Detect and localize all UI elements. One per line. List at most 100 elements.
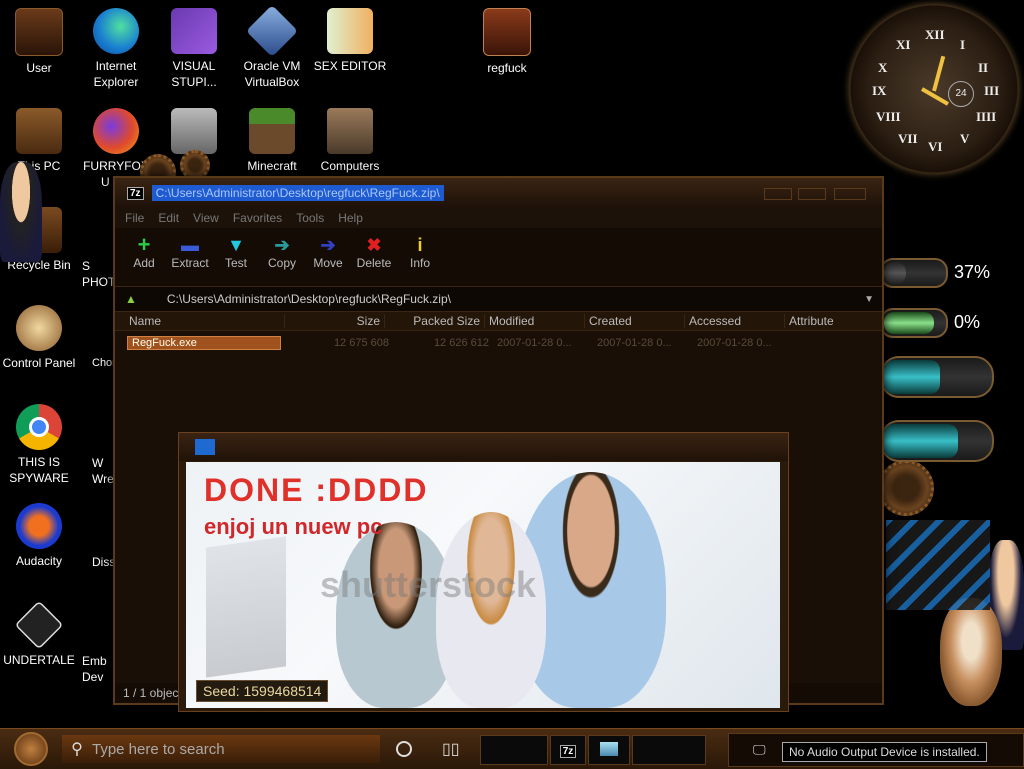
column-packed-size[interactable]: Packed Size xyxy=(385,314,485,328)
cortana-icon[interactable] xyxy=(396,741,412,757)
desktop-icon-sex-editor[interactable]: SEX EDITOR xyxy=(312,8,388,74)
extract-button[interactable]: ▬ Extract xyxy=(171,234,209,270)
equalizer-bars-widget xyxy=(886,520,990,610)
clock-numeral: IX xyxy=(872,83,887,98)
delete-label: Delete xyxy=(356,256,392,270)
column-size[interactable]: Size xyxy=(285,314,385,328)
menu-help[interactable]: Help xyxy=(338,211,363,225)
monitor-image xyxy=(206,536,286,678)
file-modified-cell: 2007-01-28 0... xyxy=(497,337,572,349)
desktop-icon-regfuck[interactable]: regfuck xyxy=(469,8,545,76)
desktop-icon-visual-studio[interactable]: VISUAL STUPI... xyxy=(156,8,232,90)
audacity-icon xyxy=(16,503,62,549)
start-button[interactable] xyxy=(14,732,48,766)
partial-icon-label: Emb Dev xyxy=(82,654,107,684)
partial-icon-label: W Wre xyxy=(92,456,114,486)
folder-icon xyxy=(483,8,531,56)
maximize-button[interactable] xyxy=(798,188,826,200)
cpu-meter xyxy=(880,258,948,288)
table-row[interactable]: RegFuck.exe 12 675 608 12 626 612 2007-0… xyxy=(115,334,882,352)
desktop-icon-audacity[interactable]: Audacity xyxy=(1,503,77,569)
move-button[interactable]: ➔ Move xyxy=(309,234,347,270)
column-created[interactable]: Created xyxy=(585,314,685,328)
clock-numeral: II xyxy=(978,60,989,75)
info-button[interactable]: i Info xyxy=(401,234,439,270)
battery-meter-fill xyxy=(884,360,940,394)
window-title: C:\Users\Administrator\Desktop\regfuck\R… xyxy=(151,185,444,201)
copy-arrow-icon: ➔ xyxy=(274,235,290,255)
menu-view[interactable]: View xyxy=(193,211,219,225)
toolbar: + Add ▬ Extract ▼ Test ➔ Copy ➔ Move ✖ Delete … xyxy=(115,228,882,286)
info-icon: i xyxy=(417,235,423,255)
memory-meter-fill xyxy=(884,312,934,334)
desktop-icon-control-panel[interactable]: Control Panel xyxy=(1,305,77,371)
add-label: Add xyxy=(133,256,155,270)
minimize-button[interactable] xyxy=(764,188,792,200)
network-icon[interactable]: 🖵 xyxy=(753,742,766,758)
file-name-cell[interactable]: RegFuck.exe xyxy=(127,336,281,350)
close-button[interactable] xyxy=(834,188,866,200)
taskbar-slot[interactable] xyxy=(632,735,706,765)
payload-popup-window[interactable]: DONE :DDDD enjoj un nuew pc shutterstock… xyxy=(178,432,789,712)
desktop-icon-label: Minecraft xyxy=(247,159,297,173)
menu-edit[interactable]: Edit xyxy=(158,211,179,225)
search-input[interactable]: Type here to search xyxy=(92,741,225,758)
desktop-icon-virtualbox[interactable]: Oracle VM VirtualBox xyxy=(234,4,310,90)
chrome-icon xyxy=(16,404,62,450)
computer-icon xyxy=(16,108,62,154)
clock-numeral: I xyxy=(960,37,966,52)
taskbar-popup-button[interactable] xyxy=(588,735,630,765)
menu-tools[interactable]: Tools xyxy=(296,211,324,225)
clock-numeral: VII xyxy=(898,131,918,146)
chevron-down-icon[interactable]: ▼ xyxy=(864,294,874,305)
add-button[interactable]: + Add xyxy=(125,232,163,271)
add-icon: + xyxy=(137,232,151,257)
desktop-icon-computers[interactable]: Computers xyxy=(312,108,388,174)
clock-numeral: XII xyxy=(925,27,945,42)
popup-titlebar[interactable] xyxy=(179,433,788,461)
desktop-icon-label: regfuck xyxy=(487,61,527,75)
desktop-icon-user[interactable]: User xyxy=(1,8,77,76)
menu-file[interactable]: File xyxy=(125,211,144,225)
column-attributes[interactable]: Attribute xyxy=(785,314,878,328)
audio-tooltip: No Audio Output Device is installed. xyxy=(782,742,987,762)
clock-numeral: IIII xyxy=(976,109,997,124)
window-titlebar[interactable]: 7z C:\Users\Administrator\Desktop\regfuc… xyxy=(115,178,882,208)
watermark-text: shutterstock xyxy=(320,564,537,605)
desktop-icon-chrome[interactable]: THIS IS SPYWARE xyxy=(1,404,77,486)
steampunk-clock-widget: XII I II III IIII V VI VII VIII IX X XI … xyxy=(850,5,1018,173)
search-icon: ⚲ xyxy=(71,741,83,758)
partial-icon-label: S PHOT xyxy=(82,259,116,289)
folder-icon xyxy=(15,8,63,56)
minecraft-icon xyxy=(249,108,295,154)
task-view-icon[interactable]: ▯▯ xyxy=(442,739,460,759)
desktop-icon-label: Audacity xyxy=(15,554,63,568)
address-path-input[interactable]: C:\Users\Administrator\Desktop\regfuck\R… xyxy=(167,292,864,306)
column-accessed[interactable]: Accessed xyxy=(685,314,785,328)
menu-bar: File Edit View Favorites Tools Help xyxy=(115,208,882,228)
desktop-icon-internet-explorer[interactable]: Internet Explorer xyxy=(78,8,154,90)
delete-button[interactable]: ✖ Delete xyxy=(355,234,393,270)
column-name[interactable]: Name xyxy=(115,314,285,328)
up-folder-icon[interactable]: ▲ xyxy=(125,292,137,306)
visual-studio-icon xyxy=(171,8,217,54)
column-modified[interactable]: Modified xyxy=(485,314,585,328)
popup-headline: DONE :DDDD xyxy=(204,472,429,508)
clock-numeral: VI xyxy=(928,139,943,154)
menu-favorites[interactable]: Favorites xyxy=(233,211,282,225)
search-box[interactable]: ⚲ Type here to search xyxy=(62,735,380,763)
desktop-icon-undertale[interactable]: UNDERTALE xyxy=(1,600,77,668)
copy-icon xyxy=(171,108,217,154)
desktop-icon-label: VISUAL STUPI... xyxy=(171,59,217,89)
desktop-icon-minecraft[interactable]: Minecraft xyxy=(234,108,310,174)
popup-image: DONE :DDDD enjoj un nuew pc shutterstock… xyxy=(186,462,780,708)
move-arrow-icon: ➔ xyxy=(320,235,336,255)
taskbar-slot[interactable] xyxy=(480,735,548,765)
desktop-icon-label: User xyxy=(26,61,52,75)
clock-numeral: X xyxy=(878,60,888,75)
test-button[interactable]: ▼ Test xyxy=(217,234,255,270)
taskbar-7zip-button[interactable]: 7z xyxy=(550,735,586,765)
cpu-meter-fill xyxy=(884,262,906,284)
info-label: Info xyxy=(409,256,430,270)
copy-button[interactable]: ➔ Copy xyxy=(263,234,301,270)
